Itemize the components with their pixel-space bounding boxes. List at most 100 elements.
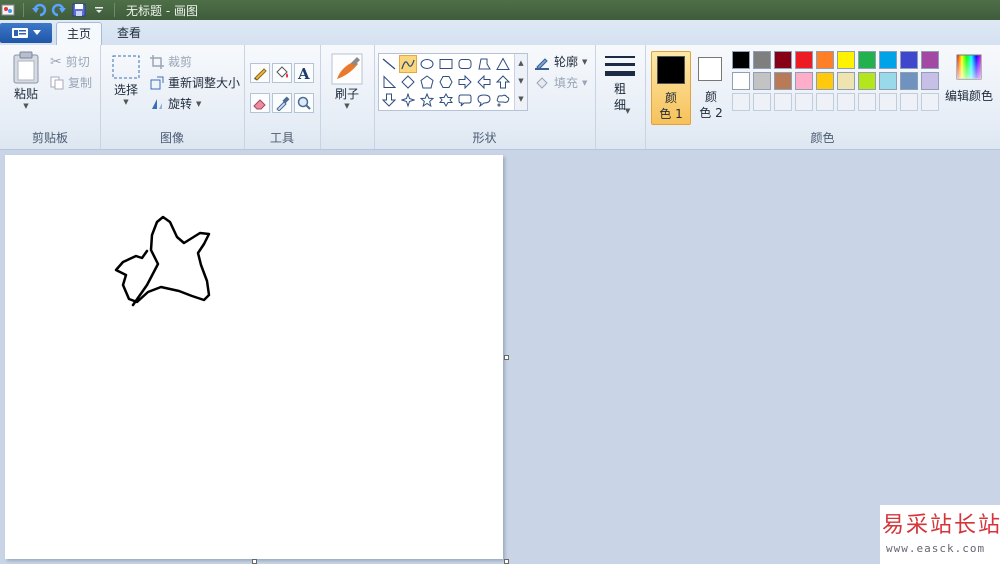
palette-custom-slot[interactable] [921,93,939,111]
rectangle-shape[interactable] [437,55,455,73]
pencil-tool[interactable] [250,63,270,83]
drawing-canvas[interactable] [5,155,503,559]
up-arrow-icon [496,75,510,89]
down-arrow-shape[interactable] [380,91,398,109]
palette-color-swatch[interactable] [837,72,855,90]
palette-color-swatch[interactable] [921,72,939,90]
magnifier-tool[interactable] [294,93,314,113]
polygon-icon [478,58,491,70]
palette-custom-slot[interactable] [816,93,834,111]
right-triangle-shape[interactable] [380,73,398,91]
select-button[interactable]: 选择 ▼ [108,53,144,106]
paste-button[interactable]: 粘贴 ▼ [8,51,44,110]
undo-icon[interactable] [31,2,47,18]
palette-color-swatch[interactable] [837,51,855,69]
rounded-rectangle-shape[interactable] [456,55,474,73]
customize-quick-access-icon[interactable] [91,2,107,18]
paint-app-icon[interactable] [0,2,16,18]
oval-shape[interactable] [418,55,436,73]
palette-custom-slot[interactable] [879,93,897,111]
curve-shape[interactable] [399,55,417,73]
color1-button[interactable]: 颜 色 1 [651,51,691,125]
crop-button[interactable]: 裁剪 [150,53,192,70]
palette-color-swatch[interactable] [900,72,918,90]
palette-color-swatch[interactable] [795,51,813,69]
copy-button[interactable]: 复制 [50,74,92,91]
color2-button[interactable]: 颜 色 2 [695,51,727,125]
resize-handle-bottom[interactable] [252,559,257,564]
palette-color-swatch[interactable] [753,51,771,69]
right-arrow-shape[interactable] [456,73,474,91]
palette-color-swatch[interactable] [858,51,876,69]
up-arrow-shape[interactable] [494,73,512,91]
scissors-icon: ✂ [50,53,62,70]
chevron-down-icon: ▼ [582,78,588,87]
six-point-star-icon [439,93,453,107]
tab-home[interactable]: 主页 [56,22,103,45]
palette-custom-slot[interactable] [774,93,792,111]
fill-button[interactable]: 填充 ▼ [534,74,587,91]
rounded-callout-shape[interactable] [456,91,474,109]
left-arrow-shape[interactable] [475,73,493,91]
pencil-icon [254,68,267,81]
scroll-down-icon[interactable]: ▼ [515,72,527,90]
size-button[interactable]: 粗 细 [602,51,638,113]
resize-handle-right[interactable] [504,355,509,360]
palette-color-swatch[interactable] [921,51,939,69]
line-shape[interactable] [380,55,398,73]
pentagon-shape[interactable] [418,73,436,91]
tab-view[interactable]: 查看 [107,22,151,44]
palette-custom-slot[interactable] [900,93,918,111]
fill-tool[interactable] [272,63,292,83]
shapes-scrollbar[interactable]: ▲ ▼ ▼ [514,54,527,110]
palette-color-swatch[interactable] [858,72,876,90]
palette-color-swatch[interactable] [816,72,834,90]
redo-icon[interactable] [51,2,67,18]
four-point-star-shape[interactable] [399,91,417,109]
five-point-star-shape[interactable] [418,91,436,109]
palette-color-swatch[interactable] [774,72,792,90]
outline-button[interactable]: 轮廓 ▼ [534,53,587,70]
palette-custom-slot[interactable] [795,93,813,111]
scroll-up-icon[interactable]: ▲ [515,54,527,72]
palette-color-swatch[interactable] [774,51,792,69]
palette-color-swatch[interactable] [795,72,813,90]
color-picker-tool[interactable] [272,93,292,113]
oval-callout-shape[interactable] [475,91,493,109]
eraser-tool[interactable] [250,93,270,113]
paint-menu-button[interactable] [0,23,52,43]
hexagon-shape[interactable] [437,73,455,91]
triangle-shape[interactable] [494,55,512,73]
diamond-shape[interactable] [399,73,417,91]
palette-color-swatch[interactable] [900,51,918,69]
palette-color-swatch[interactable] [879,72,897,90]
brushes-button[interactable]: 刷子 ▼ [330,53,364,110]
pentagon-icon [420,75,434,89]
palette-color-swatch[interactable] [879,51,897,69]
text-tool[interactable]: A [294,63,314,83]
cut-button[interactable]: ✂ 剪切 [50,53,90,70]
polygon-shape[interactable] [475,55,493,73]
chevron-down-icon: ▼ [344,102,350,110]
ribbon: 粘贴 ▼ ✂ 剪切 复制 剪贴板 选择 ▼ 裁剪 重新调整大小 旋转 ▼ 图像 … [0,45,1000,150]
watermark-url: www.easck.com [886,542,986,555]
palette-custom-slot[interactable] [732,93,750,111]
palette-color-swatch[interactable] [732,51,750,69]
palette-color-swatch[interactable] [753,72,771,90]
brushes-label: 刷子 [334,87,359,101]
chevron-down-icon: ▼ [625,107,631,115]
triangle-icon [496,57,510,70]
rotate-button[interactable]: 旋转 ▼ [150,95,201,112]
palette-color-swatch[interactable] [816,51,834,69]
palette-custom-slot[interactable] [753,93,771,111]
save-icon[interactable] [71,2,87,18]
resize-handle-corner[interactable] [504,559,509,564]
palette-custom-slot[interactable] [858,93,876,111]
six-point-star-shape[interactable] [437,91,455,109]
resize-button[interactable]: 重新调整大小 [150,74,240,91]
palette-custom-slot[interactable] [837,93,855,111]
palette-color-swatch[interactable] [732,72,750,90]
cloud-callout-shape[interactable] [494,91,512,109]
edit-colors-button[interactable]: 编辑颜色 [944,53,994,104]
expand-gallery-icon[interactable]: ▼ [515,90,527,108]
